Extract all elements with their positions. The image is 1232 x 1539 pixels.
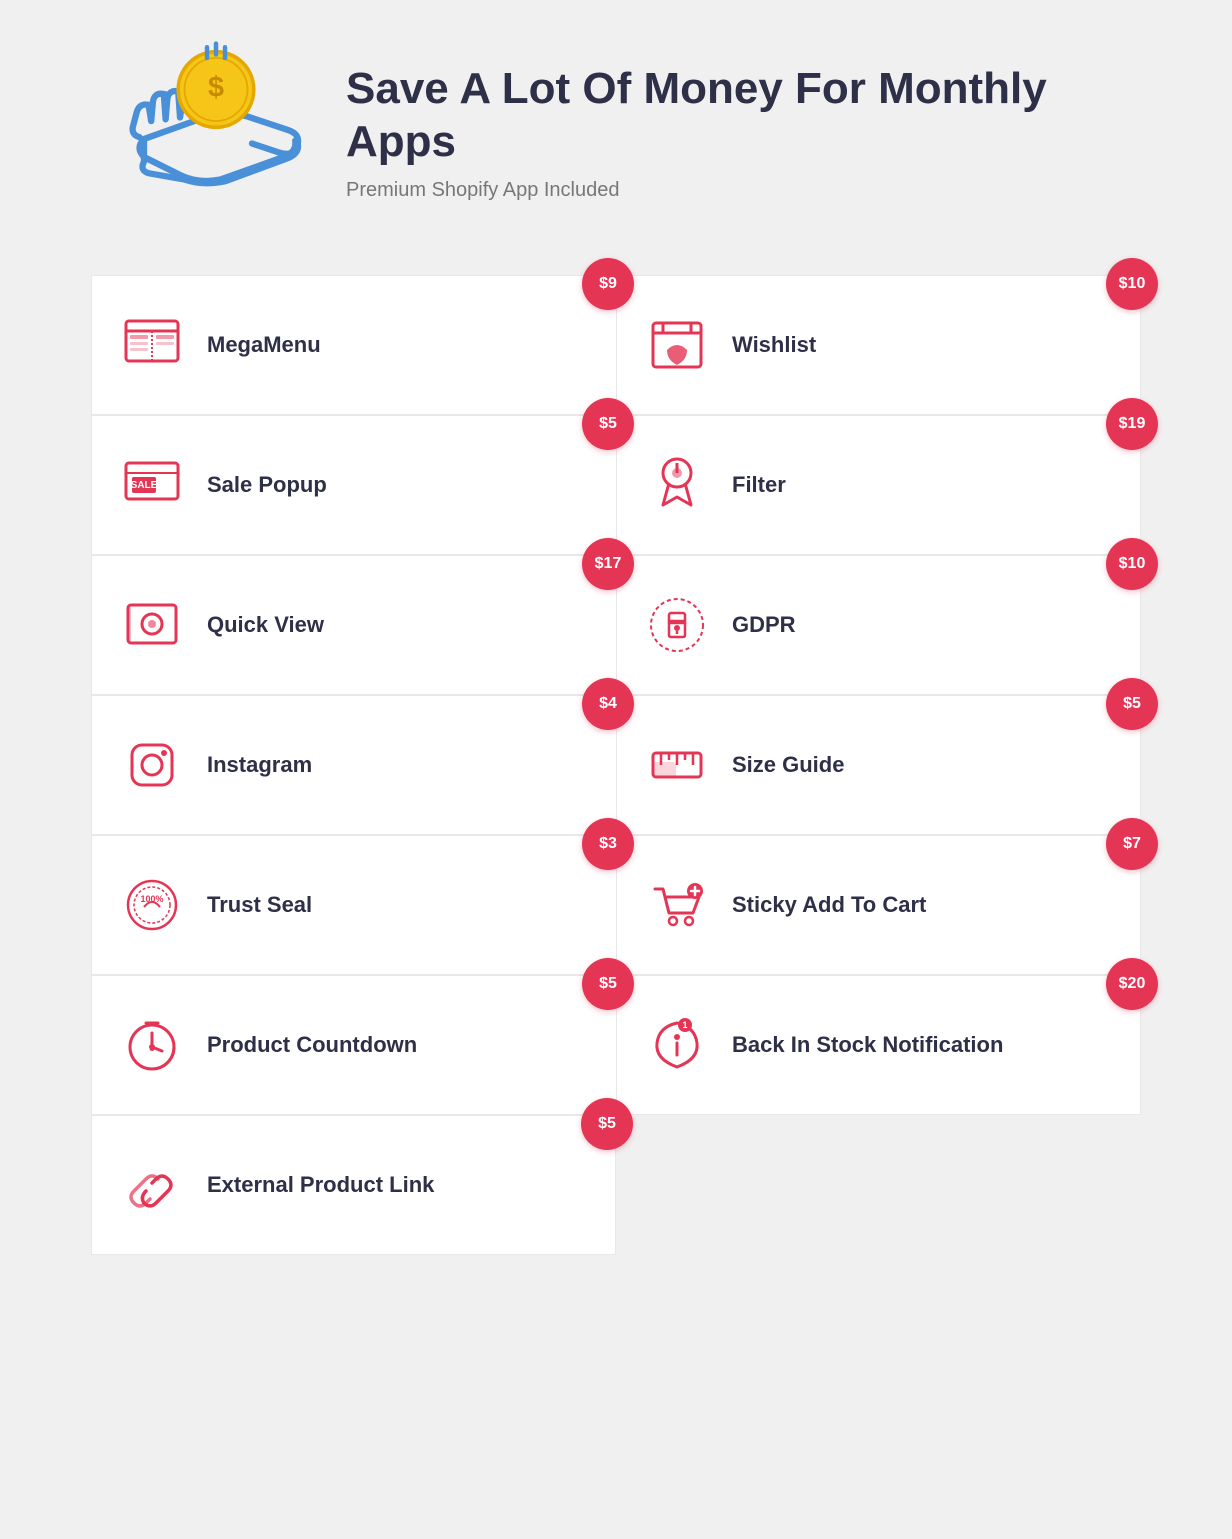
header-text: Save A Lot Of Money For Monthly Apps Pre… — [346, 63, 1116, 202]
price-badge-instagram: $4 — [582, 678, 634, 730]
label-wishlist: Wishlist — [732, 332, 816, 358]
price-badge-filter: $19 — [1106, 398, 1158, 450]
icon-sale-popup: SALE — [117, 450, 187, 520]
grid-item-quick-view: $17 Quick View — [91, 555, 616, 695]
icon-gdpr — [642, 590, 712, 660]
price-badge-external-product-link: $5 — [581, 1098, 633, 1150]
label-back-in-stock: Back In Stock Notification — [732, 1032, 1003, 1058]
icon-back-in-stock: 1 — [642, 1010, 712, 1080]
icon-sticky-add-to-cart — [642, 870, 712, 940]
svg-text:3: 3 — [149, 1043, 154, 1053]
grid-item-gdpr: $10 GDPR — [616, 555, 1141, 695]
label-quick-view: Quick View — [207, 612, 324, 638]
icon-trust-seal: 100% — [117, 870, 187, 940]
icon-instagram — [117, 730, 187, 800]
price-badge-back-in-stock: $20 — [1106, 958, 1158, 1010]
label-trust-seal: Trust Seal — [207, 892, 312, 918]
price-badge-megamenu: $9 — [582, 258, 634, 310]
grid-item-megamenu: $9 MegaMenu — [91, 275, 616, 415]
grid-item-external-product-link: $5 External Product Link — [91, 1115, 616, 1255]
label-instagram: Instagram — [207, 752, 312, 778]
icon-filter — [642, 450, 712, 520]
price-badge-quick-view: $17 — [582, 538, 634, 590]
grid-item-sale-popup: $5 SALE Sale Popup — [91, 415, 616, 555]
label-product-countdown: Product Countdown — [207, 1032, 417, 1058]
label-gdpr: GDPR — [732, 612, 796, 638]
price-badge-sticky-add-to-cart: $7 — [1106, 818, 1158, 870]
header-title: Save A Lot Of Money For Monthly Apps — [346, 63, 1116, 169]
price-badge-product-countdown: $5 — [582, 958, 634, 1010]
grid-item-size-guide: $5 Size Guide — [616, 695, 1141, 835]
label-size-guide: Size Guide — [732, 752, 844, 778]
header-subtitle: Premium Shopify App Included — [346, 179, 1116, 202]
grid-item-trust-seal: $3 100% Trust Seal — [91, 835, 616, 975]
grid-item-filter: $19 Filter — [616, 415, 1141, 555]
icon-size-guide — [642, 730, 712, 800]
price-badge-trust-seal: $3 — [582, 818, 634, 870]
app-grid: $9 MegaMenu $10 Wishlist $5 — [91, 275, 1141, 1255]
icon-external-product-link — [117, 1150, 187, 1220]
icon-quick-view — [117, 590, 187, 660]
label-megamenu: MegaMenu — [207, 332, 321, 358]
icon-megamenu — [117, 310, 187, 380]
icon-product-countdown: 3 — [117, 1010, 187, 1080]
grid-item-wishlist: $10 Wishlist — [616, 275, 1141, 415]
price-badge-gdpr: $10 — [1106, 538, 1158, 590]
label-external-product-link: External Product Link — [207, 1172, 434, 1198]
label-sale-popup: Sale Popup — [207, 472, 327, 498]
price-badge-sale-popup: $5 — [582, 398, 634, 450]
label-sticky-add-to-cart: Sticky Add To Cart — [732, 892, 926, 918]
grid-item-instagram: $4 Instagram — [91, 695, 616, 835]
label-filter: Filter — [732, 472, 786, 498]
header-section: $ Save A Lot Of Money For Monthly Apps P… — [116, 40, 1116, 225]
header-icon: $ — [116, 40, 316, 225]
grid-item-sticky-add-to-cart: $7 Sticky Add To Cart — [616, 835, 1141, 975]
icon-wishlist — [642, 310, 712, 380]
price-badge-size-guide: $5 — [1106, 678, 1158, 730]
grid-item-product-countdown: $5 3 Product Countdown — [91, 975, 616, 1115]
price-badge-wishlist: $10 — [1106, 258, 1158, 310]
grid-item-back-in-stock: $20 1 Back In Stock Notification — [616, 975, 1141, 1115]
svg-text:1: 1 — [682, 1020, 687, 1030]
svg-text:SALE: SALE — [131, 480, 158, 491]
svg-text:$: $ — [208, 72, 224, 104]
